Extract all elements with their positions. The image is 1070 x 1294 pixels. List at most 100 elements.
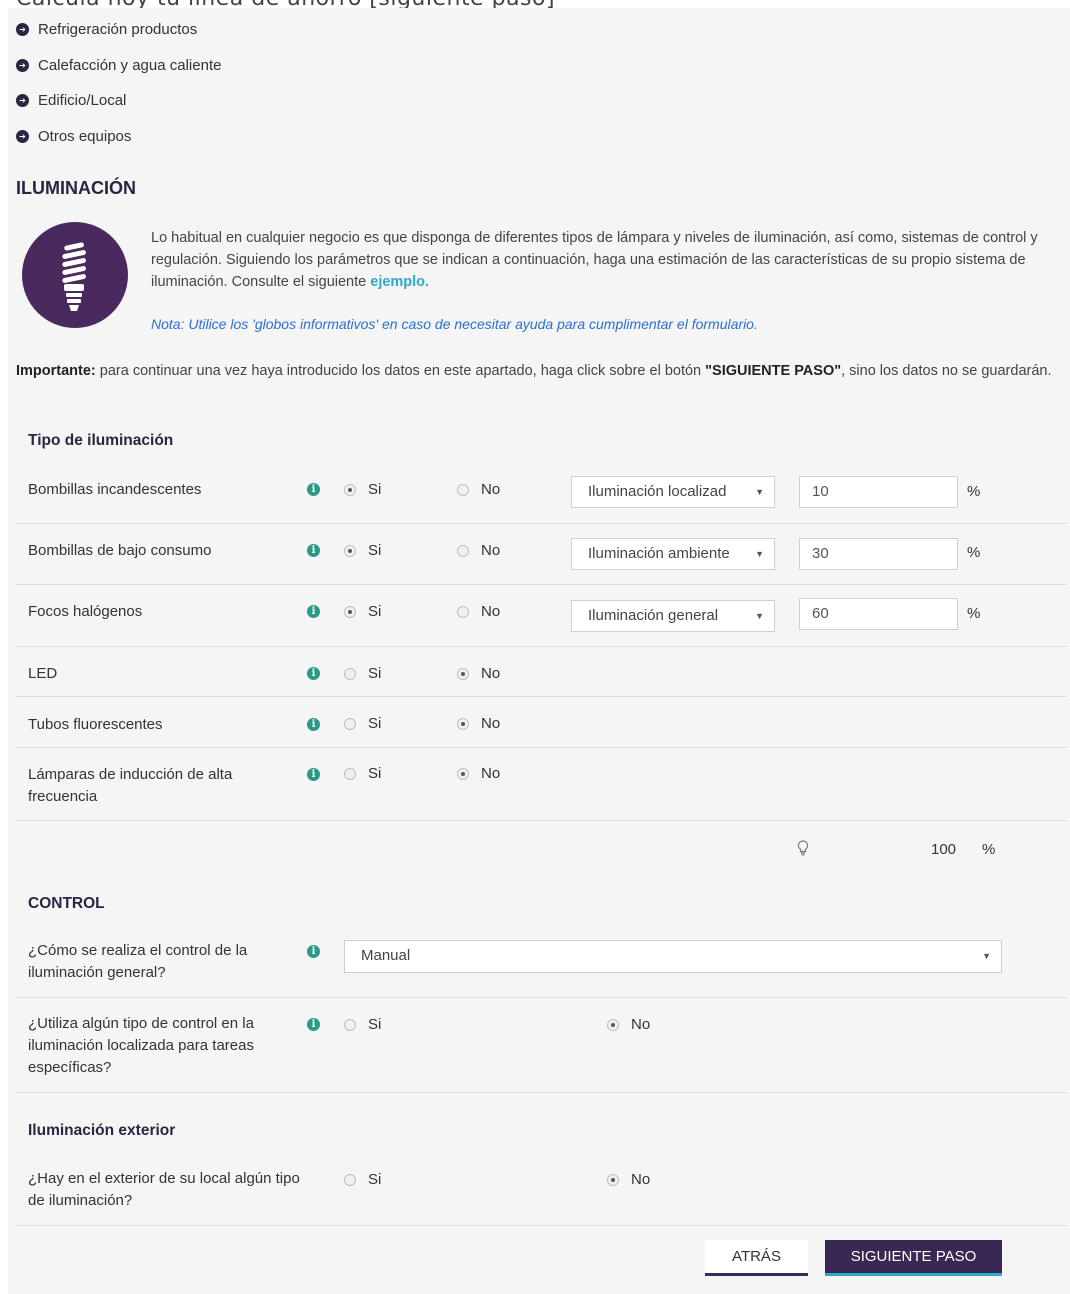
lighting-type-select[interactable]: Iluminación localizad ▼ <box>571 476 775 508</box>
nav-item-edificio[interactable]: ➔ Edificio/Local <box>16 83 221 119</box>
nav-item-calefaccion[interactable]: ➔ Calefacción y agua caliente <box>16 48 221 84</box>
total-percent-unit: % <box>982 841 996 858</box>
percent-input[interactable]: 30 <box>799 538 958 570</box>
radio-si[interactable]: Si <box>344 481 381 498</box>
radio-circle <box>457 605 469 618</box>
radio-label: No <box>481 542 501 559</box>
info-icon[interactable]: i <box>307 544 320 557</box>
radio-no[interactable]: No <box>457 481 500 498</box>
section-nav: ➔ Refrigeración productos ➔ Calefacción … <box>16 12 221 154</box>
select-value: Iluminación general <box>588 607 719 624</box>
lightbulb-icon <box>22 222 128 328</box>
info-icon[interactable]: i <box>307 667 320 680</box>
important-button-ref: "SIGUIENTE PASO" <box>705 363 842 379</box>
radio-si[interactable]: Si <box>344 603 381 620</box>
select-value: Iluminación ambiente <box>588 545 730 562</box>
radio-si[interactable]: Si <box>344 542 381 559</box>
control-title: CONTROL <box>28 895 105 912</box>
radio-label: No <box>481 481 501 498</box>
radio-label: No <box>631 1016 651 1033</box>
lighting-row-led: LED i Si No <box>16 646 1066 697</box>
nav-item-refrigeracion[interactable]: ➔ Refrigeración productos <box>16 12 221 48</box>
lighting-type-select[interactable]: Iluminación ambiente ▼ <box>571 538 775 570</box>
row-label: LED <box>28 665 58 682</box>
percent-input[interactable]: 60 <box>799 598 958 630</box>
row-label: Bombillas de bajo consumo <box>28 542 212 559</box>
radio-circle <box>344 767 356 780</box>
nav-item-otros[interactable]: ➔ Otros equipos <box>16 119 221 155</box>
arrow-bullet-icon: ➔ <box>16 129 29 143</box>
help-note: Nota: Utilice los 'globos informativos' … <box>151 316 758 332</box>
info-icon[interactable]: i <box>307 718 320 731</box>
tipo-title: Tipo de iluminación <box>28 432 174 449</box>
row-label: Bombillas incandescentes <box>28 481 202 498</box>
exterior-title: Iluminación exterior <box>28 1122 176 1139</box>
total-percent-value: 100 <box>931 841 957 858</box>
nav-item-label: Otros equipos <box>38 127 132 145</box>
lighting-row-bajo-consumo: Bombillas de bajo consumo i Si No Ilumin… <box>16 523 1066 585</box>
radio-no[interactable]: No <box>457 765 500 782</box>
radio-si[interactable]: Si <box>344 715 381 732</box>
radio-si[interactable]: Si <box>344 765 381 782</box>
radio-circle <box>457 544 469 557</box>
section-title: ILUMINACIÓN <box>16 178 136 198</box>
radio-circle <box>344 1018 356 1031</box>
example-link[interactable]: ejemplo. <box>370 274 429 290</box>
back-button[interactable]: ATRÁS <box>705 1240 808 1276</box>
percent-unit: % <box>967 483 981 500</box>
radio-label: Si <box>368 1171 382 1188</box>
radio-no[interactable]: No <box>607 1171 650 1188</box>
row-label: Focos halógenos <box>28 603 143 620</box>
radio-label: No <box>631 1171 651 1188</box>
important-notice: Importante: para continuar una vez haya … <box>16 360 1064 382</box>
radio-circle <box>457 767 469 780</box>
row-label: Lámparas de inducción de alta frecuencia <box>28 766 233 805</box>
radio-no[interactable]: No <box>457 542 500 559</box>
percent-unit: % <box>967 544 981 561</box>
radio-no[interactable]: No <box>457 665 500 682</box>
radio-no[interactable]: No <box>457 715 500 732</box>
radio-label: No <box>481 765 501 782</box>
next-step-button[interactable]: SIGUIENTE PASO <box>825 1240 1002 1276</box>
chevron-down-icon: ▼ <box>755 487 764 497</box>
info-icon[interactable]: i <box>307 1018 320 1031</box>
radio-label: Si <box>368 665 382 682</box>
chevron-down-icon: ▼ <box>755 549 764 559</box>
chevron-down-icon: ▼ <box>755 611 764 621</box>
control-method-select[interactable]: Manual ▼ <box>344 940 1002 973</box>
radio-si[interactable]: Si <box>344 665 381 682</box>
lighting-row-incandescentes: Bombillas incandescentes i Si No Ilumina… <box>16 462 1066 524</box>
row-label: ¿Hay en el exterior de su local algún ti… <box>28 1170 300 1209</box>
row-label: ¿Cómo se realiza el control de la ilumin… <box>28 942 248 981</box>
intro-text: Lo habitual en cualquier negocio es que … <box>151 227 1056 293</box>
select-value: Manual <box>361 947 411 964</box>
info-icon[interactable]: i <box>307 605 320 618</box>
info-icon[interactable]: i <box>307 483 320 496</box>
exterior-row: ¿Hay en el exterior de su local algún ti… <box>16 1152 1066 1226</box>
lighting-type-select[interactable]: Iluminación general ▼ <box>571 600 775 632</box>
radio-no[interactable]: No <box>457 603 500 620</box>
percent-input[interactable]: 10 <box>799 476 958 508</box>
radio-circle <box>344 667 356 680</box>
control-row-general: ¿Cómo se realiza el control de la ilumin… <box>16 926 1066 998</box>
arrow-bullet-icon: ➔ <box>16 58 29 72</box>
important-text-2: , sino los datos no se guardarán. <box>841 363 1052 379</box>
lighting-row-halogenos: Focos halógenos i Si No Iluminación gene… <box>16 584 1066 647</box>
radio-no[interactable]: No <box>607 1016 650 1033</box>
radio-label: No <box>481 665 501 682</box>
radio-circle <box>607 1173 619 1186</box>
radio-label: Si <box>368 715 382 732</box>
radio-circle <box>344 605 356 618</box>
radio-si[interactable]: Si <box>344 1016 381 1033</box>
intro-body: Lo habitual en cualquier negocio es que … <box>151 230 1038 290</box>
info-icon[interactable]: i <box>307 768 320 781</box>
lighting-row-fluorescentes: Tubos fluorescentes i Si No <box>16 696 1066 748</box>
radio-label: Si <box>368 481 382 498</box>
info-icon[interactable]: i <box>307 945 320 958</box>
radio-label: No <box>481 715 501 732</box>
radio-label: Si <box>368 765 382 782</box>
radio-circle <box>344 544 356 557</box>
radio-si[interactable]: Si <box>344 1171 381 1188</box>
control-row-localizada: ¿Utiliza algún tipo de control en la ilu… <box>16 997 1066 1093</box>
chevron-down-icon: ▼ <box>982 951 991 961</box>
